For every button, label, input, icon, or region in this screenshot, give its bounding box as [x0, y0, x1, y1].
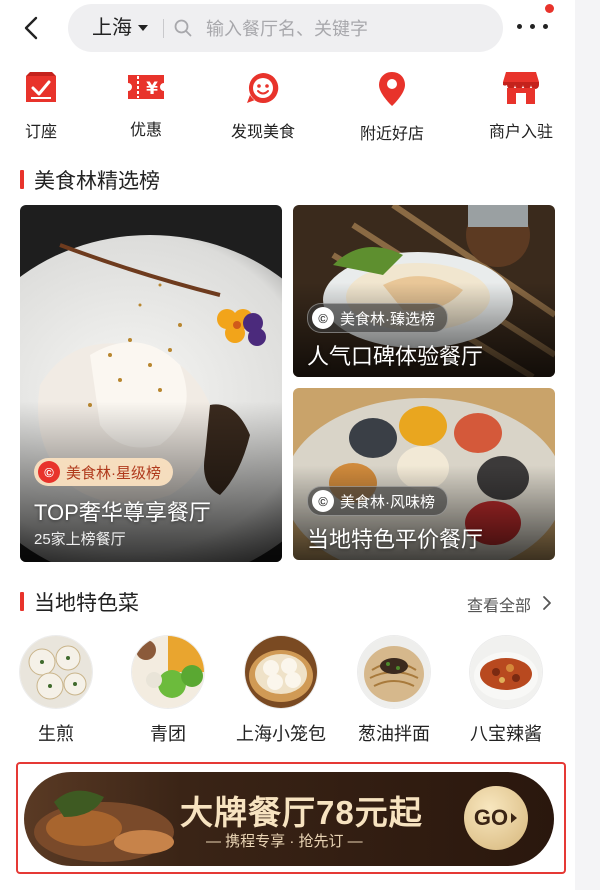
svg-text:¥: ¥	[146, 79, 158, 99]
dish-name: 上海小笼包	[236, 724, 326, 744]
chevron-right-icon[interactable]	[540, 595, 554, 611]
nav-label: 发现美食	[230, 124, 295, 141]
notification-dot	[545, 4, 554, 13]
search-icon	[174, 19, 192, 37]
more-menu-icon[interactable]	[517, 24, 551, 32]
ranking-card-star[interactable]: © 美食林·星级榜 TOP奢华尊享餐厅 25家上榜餐厅	[20, 205, 282, 562]
dish-item-shengjian[interactable]: 生煎	[1, 636, 111, 746]
tag-label: 美食林·星级榜	[66, 464, 161, 482]
search-divider	[163, 19, 164, 38]
banner-title: 大牌餐厅78元起	[180, 794, 423, 831]
dish-name: 青团	[150, 724, 186, 744]
page: 上海 订座 ¥ 优惠	[0, 0, 575, 890]
section-marker	[20, 592, 24, 611]
nav-item-merchant[interactable]: 商户入驻	[476, 70, 566, 141]
scallion-noodles-photo	[358, 636, 430, 708]
ranking-tag: © 美食林·臻选榜	[307, 303, 448, 333]
calendar-check-icon	[26, 72, 56, 102]
card-subtitle: 25家上榜餐厅	[34, 531, 126, 548]
smile-face-icon	[247, 72, 279, 103]
side-rail	[575, 0, 600, 890]
ranking-card-flavor[interactable]: © 美食林·风味榜 当地特色平价餐厅	[293, 388, 555, 560]
dish-name: 生煎	[38, 724, 74, 744]
back-arrow-icon[interactable]	[20, 14, 44, 42]
banner-subtitle: — 携程专享 · 抢先订 —	[206, 833, 363, 850]
dish-item-qingtuan[interactable]: 青团	[113, 636, 223, 746]
dish-item-scallion-noodles[interactable]: 葱油拌面	[339, 636, 449, 746]
yuan-ticket-icon: ¥	[128, 75, 164, 99]
section-title: 当地特色菜	[34, 592, 139, 615]
nav-label: 商户入驻	[488, 124, 553, 141]
card-title: 当地特色平价餐厅	[307, 527, 484, 552]
dish-name: 八宝辣酱	[470, 724, 542, 744]
caret-down-icon[interactable]	[138, 25, 148, 31]
nav-label: 订座	[24, 124, 57, 141]
card-title: TOP奢华尊享餐厅	[34, 500, 211, 525]
shengjian-photo	[20, 636, 92, 708]
play-arrow-icon	[511, 813, 518, 823]
storefront-icon	[503, 72, 539, 104]
search-bar[interactable]: 上海	[68, 4, 503, 54]
section-title: 美食林精选榜	[34, 170, 160, 193]
card-title: 人气口碑体验餐厅	[307, 344, 484, 369]
nav-item-booking[interactable]: 订座	[0, 70, 86, 141]
meishilin-logo-icon: ©	[312, 490, 334, 512]
city-selector[interactable]: 上海	[92, 4, 132, 52]
nav-label: 优惠	[129, 122, 162, 139]
qingtuan-photo	[132, 636, 204, 708]
nav-item-deals[interactable]: ¥ 优惠	[101, 70, 191, 140]
nav-item-discover[interactable]: 发现美食	[218, 70, 308, 141]
tag-label: 美食林·臻选榜	[340, 310, 435, 328]
babao-sauce-photo	[470, 636, 542, 708]
ranking-tag: © 美食林·风味榜	[307, 486, 448, 516]
go-label: GO	[473, 805, 509, 830]
dish-name: 葱油拌面	[358, 724, 430, 744]
tag-label: 美食林·风味榜	[340, 493, 435, 511]
location-pin-icon	[379, 72, 405, 106]
meishilin-logo-icon: ©	[38, 461, 60, 483]
xiaolongbao-photo	[245, 636, 317, 708]
search-input[interactable]	[204, 4, 468, 54]
nav-item-nearby[interactable]: 附近好店	[347, 70, 437, 143]
go-button[interactable]: GO	[464, 786, 528, 850]
view-all-link[interactable]: 查看全部	[467, 592, 531, 616]
meishilin-logo-icon: ©	[312, 307, 334, 329]
dish-item-xiaolongbao[interactable]: 上海小笼包	[226, 636, 336, 746]
ranking-tag: © 美食林·星级榜	[34, 458, 173, 486]
ranking-card-select[interactable]: © 美食林·臻选榜 人气口碑体验餐厅	[293, 205, 555, 377]
section-marker	[20, 170, 24, 189]
dish-item-babao-sauce[interactable]: 八宝辣酱	[451, 636, 561, 746]
nav-label: 附近好店	[359, 126, 424, 143]
